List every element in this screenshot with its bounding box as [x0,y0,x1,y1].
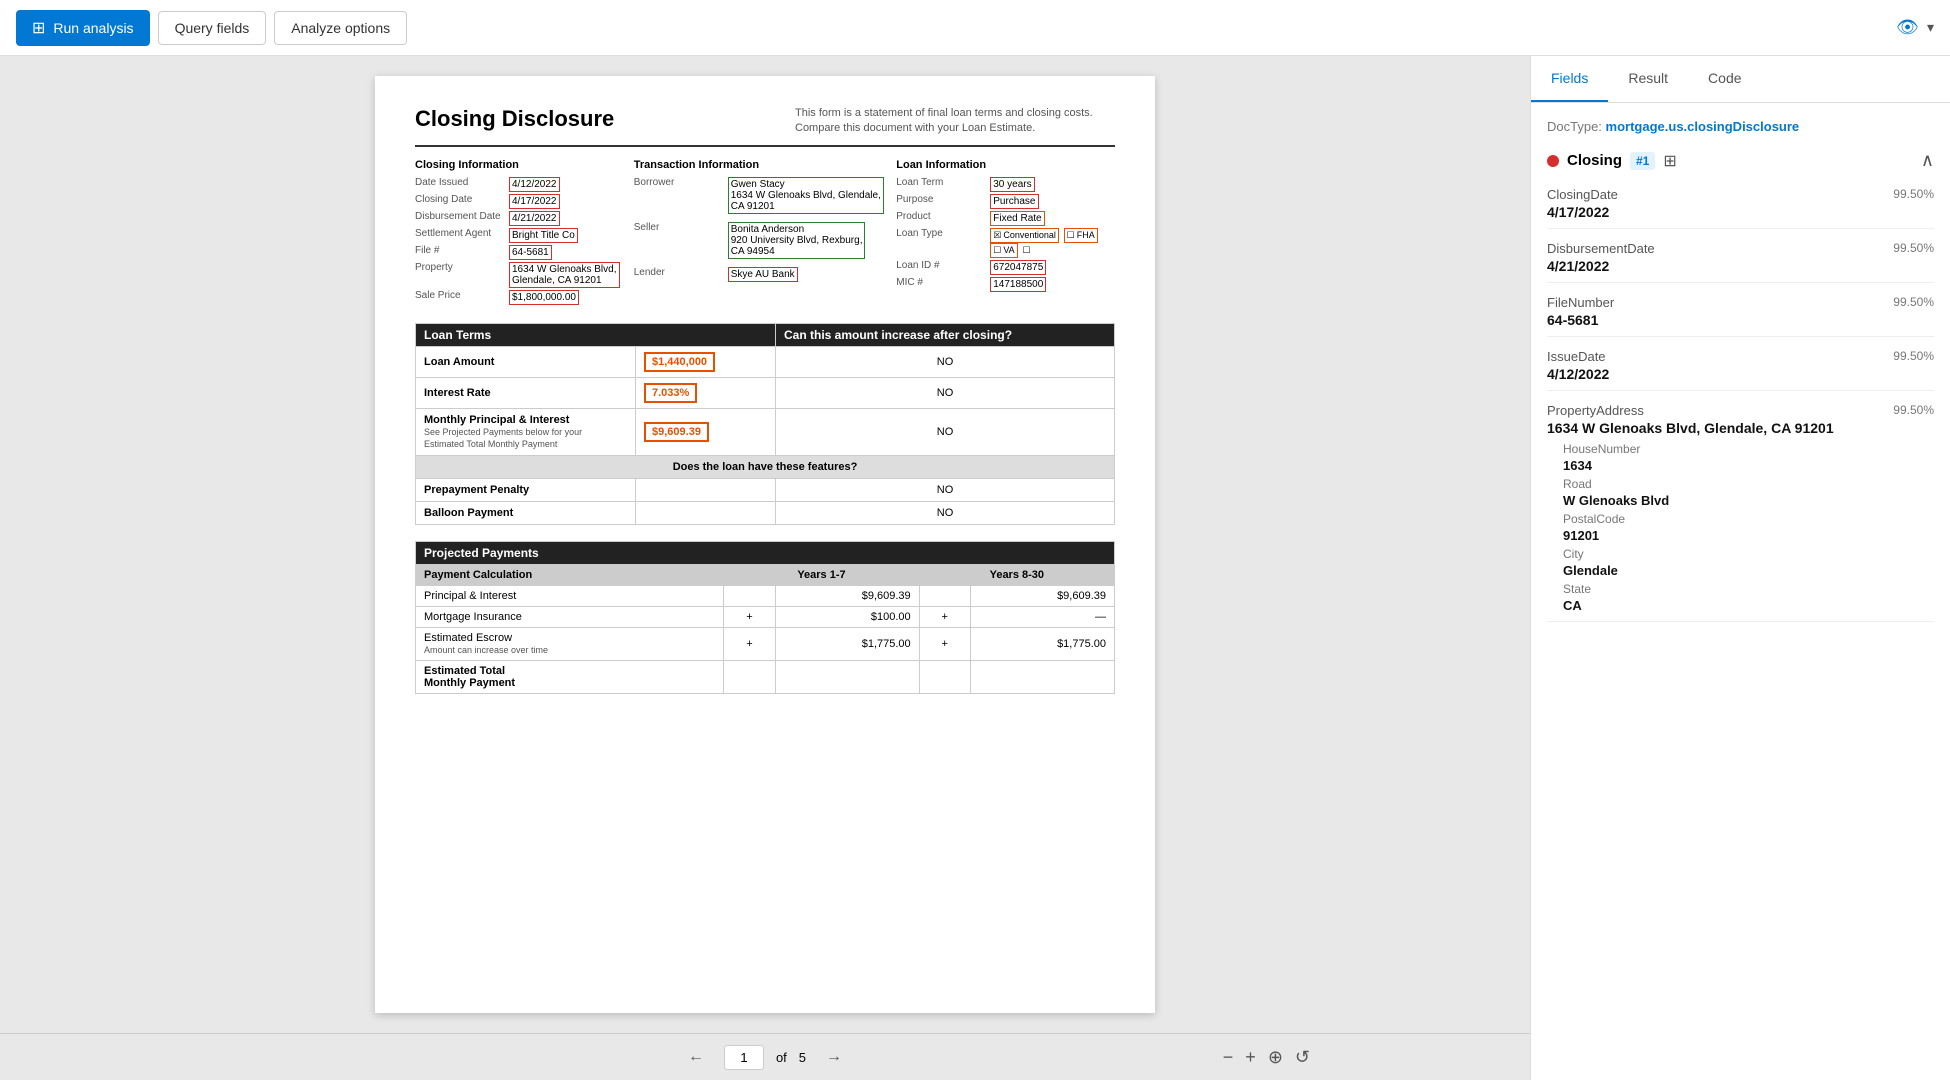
tab-code[interactable]: Code [1688,56,1761,102]
info-row-sale-price: Sale Price $1,800,000.00 [415,290,634,305]
divider [1547,336,1934,337]
closing-section-title: Closing [1567,152,1622,169]
chart-icon: ⊞ [32,18,45,38]
field-disbursement-date: DisbursementDate 99.50% 4/21/2022 [1547,241,1934,283]
closing-section-header: Closing #1 ⊞ ∧ [1547,150,1934,171]
mortgage-insurance-row: Mortgage Insurance + $100.00 + — [416,606,1115,627]
monthly-pi-row: Monthly Principal & Interest See Project… [416,408,1115,455]
info-row-property: Property 1634 W Glenoaks Blvd,Glendale, … [415,262,634,288]
property-sub-fields: HouseNumber 1634 Road W Glenoaks Blvd Po… [1563,442,1934,613]
file-number-value: 64-5681 [1547,312,1934,328]
collapse-icon[interactable]: ∧ [1921,150,1934,171]
divider [1547,228,1934,229]
panel-tabs: Fields Result Code [1531,56,1950,103]
field-issue-row: IssueDate 99.50% [1547,349,1934,364]
zoom-out-button[interactable]: − [1223,1047,1234,1068]
next-page-button[interactable]: → [818,1044,850,1070]
issue-date-value: 4/12/2022 [1547,366,1934,382]
projected-col-headers: Payment Calculation Years 1-7 Years 8-30 [416,564,1115,585]
analyze-options-button[interactable]: Analyze options [274,11,407,45]
estimated-total-row: Estimated TotalMonthly Payment [416,660,1115,693]
loan-terms-table: Loan Terms Can this amount increase afte… [415,323,1115,525]
tab-fields[interactable]: Fields [1531,56,1608,102]
right-panel: Fields Result Code DocType: mortgage.us.… [1530,56,1950,1080]
divider [1547,282,1934,283]
estimated-escrow-row: Estimated EscrowAmount can increase over… [416,627,1115,660]
info-row-closing-date: Closing Date 4/17/2022 [415,194,634,209]
info-row-loan-type: Loan Type ☒ Conventional ☐ FHA [896,228,1115,258]
section-header-left: Closing #1 ⊞ [1547,151,1677,171]
grid-icon[interactable]: ⊞ [1663,151,1676,171]
info-row-mic: MIC # 147188500 [896,277,1115,292]
info-sections: Closing Information Date Issued 4/12/202… [415,159,1115,307]
principal-interest-row: Principal & Interest $9,609.39 $9,609.39 [416,585,1115,606]
closing-info-section: Closing Information Date Issued 4/12/202… [415,159,634,307]
loan-amount-row: Loan Amount $1,440,000 NO [416,346,1115,377]
projected-payments-table: Projected Payments Payment Calculation Y… [415,541,1115,694]
property-address-value: 1634 W Glenoaks Blvd, Glendale, CA 91201 [1547,420,1934,436]
document-title: Closing Disclosure [415,106,614,132]
document-header: Closing Disclosure This form is a statem… [415,106,1115,147]
rotate-button[interactable]: ↺ [1295,1047,1310,1068]
main-layout: Closing Disclosure This form is a statem… [0,56,1950,1080]
document-subtitle: This form is a statement of final loan t… [795,106,1115,137]
info-row-date-issued: Date Issued 4/12/2022 [415,177,634,192]
page-of-label: of [776,1050,787,1065]
info-row-loan-id: Loan ID # 672047875 [896,260,1115,275]
field-closing-date: ClosingDate 99.50% 4/17/2022 [1547,187,1934,229]
pagination-footer: ← of 5 → − + ⊕ ↺ [0,1033,1530,1080]
features-subheader-row: Does the loan have these features? [416,455,1115,478]
query-fields-button[interactable]: Query fields [158,11,267,45]
projected-header: Projected Payments [416,541,1115,564]
info-row-seller: Seller Bonita Anderson920 University Blv… [634,222,897,259]
field-property-address: PropertyAddress 99.50% 1634 W Glenoaks B… [1547,403,1934,622]
field-closing-date-row: ClosingDate 99.50% [1547,187,1934,202]
loan-terms-header: Loan Terms Can this amount increase afte… [416,323,1115,346]
field-disbursement-row: DisbursementDate 99.50% [1547,241,1934,256]
tab-result[interactable]: Result [1608,56,1688,102]
info-row-borrower: Borrower Gwen Stacy1634 W Glenoaks Blvd,… [634,177,897,214]
prev-page-button[interactable]: ← [680,1044,712,1070]
page-number-input[interactable] [724,1045,764,1070]
eye-icon[interactable]: 👁 [1896,17,1919,38]
divider [1547,390,1934,391]
info-row-disbursement: Disbursement Date 4/21/2022 [415,211,634,226]
transaction-info-section: Transaction Information Borrower Gwen St… [634,159,897,307]
balloon-row: Balloon Payment NO [416,501,1115,524]
chevron-down-icon[interactable]: ▾ [1927,19,1934,36]
interest-rate-row: Interest Rate 7.033% NO [416,377,1115,408]
prepayment-row: Prepayment Penalty NO [416,478,1115,501]
document-page: Closing Disclosure This form is a statem… [375,76,1155,1013]
document-container[interactable]: Closing Disclosure This form is a statem… [0,56,1530,1033]
closing-info-title: Closing Information [415,159,634,171]
page-total: 5 [799,1050,806,1065]
info-row-lender: Lender Skye AU Bank [634,267,897,282]
loan-info-title: Loan Information [896,159,1115,171]
doctype-row: DocType: mortgage.us.closingDisclosure [1547,119,1934,134]
run-analysis-button[interactable]: ⊞ Run analysis [16,10,150,46]
field-property-row: PropertyAddress 99.50% [1547,403,1934,418]
zoom-controls: − + ⊕ ↺ [1223,1047,1310,1068]
zoom-in-button[interactable]: + [1245,1047,1256,1068]
toolbar: ⊞ Run analysis Query fields Analyze opti… [0,0,1950,56]
closing-date-value: 4/17/2022 [1547,204,1934,220]
info-row-product: Product Fixed Rate [896,211,1115,226]
field-file-row: FileNumber 99.50% [1547,295,1934,310]
fit-page-button[interactable]: ⊕ [1268,1047,1283,1068]
closing-badge: #1 [1630,152,1655,170]
closing-status-dot [1547,155,1559,167]
toolbar-view-icons: 👁 ▾ [1896,17,1934,38]
disbursement-date-value: 4/21/2022 [1547,258,1934,274]
divider [1547,621,1934,622]
panel-content[interactable]: DocType: mortgage.us.closingDisclosure C… [1531,103,1950,1080]
transaction-info-title: Transaction Information [634,159,897,171]
info-row-loan-term: Loan Term 30 years [896,177,1115,192]
field-issue-date: IssueDate 99.50% 4/12/2022 [1547,349,1934,391]
info-row-file: File # 64-5681 [415,245,634,260]
field-file-number: FileNumber 99.50% 64-5681 [1547,295,1934,337]
info-row-purpose: Purpose Purchase [896,194,1115,209]
loan-info-section: Loan Information Loan Term 30 years Purp… [896,159,1115,307]
document-viewer: Closing Disclosure This form is a statem… [0,56,1530,1080]
info-row-settlement: Settlement Agent Bright Title Co [415,228,634,243]
